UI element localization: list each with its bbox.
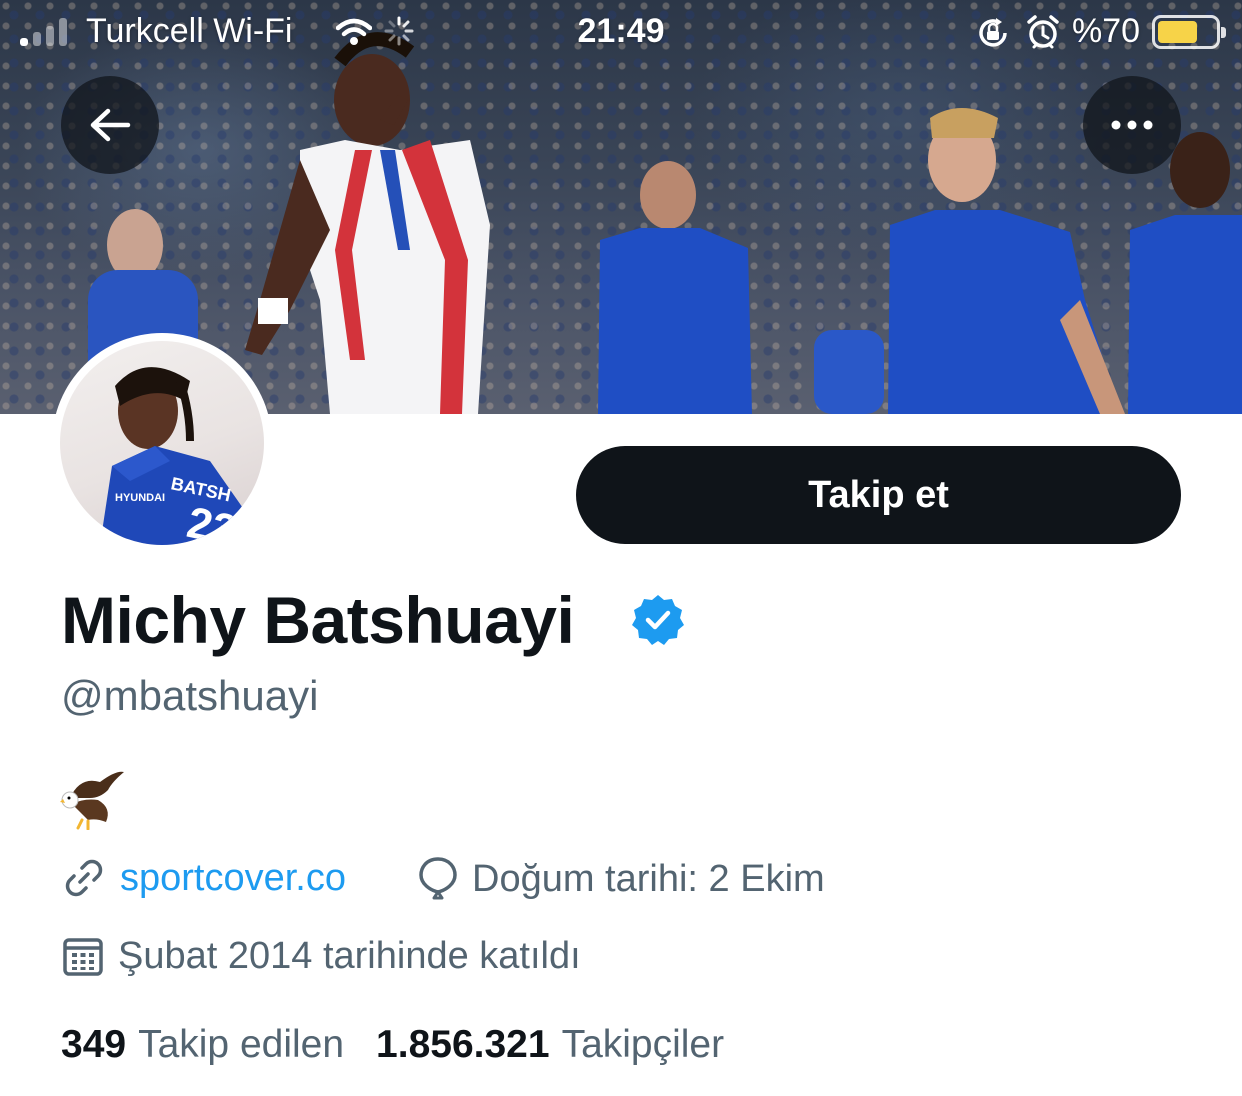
rotation-lock-icon: [979, 18, 1007, 47]
followers-count: 1.856.321: [376, 1023, 550, 1066]
birthday-row: Doğum tarihi: 2 Ekim: [418, 856, 825, 902]
back-button[interactable]: [61, 76, 159, 174]
battery-fill: [1158, 21, 1198, 43]
alarm-icon: [1027, 15, 1059, 49]
website-row: sportcover.co: [62, 856, 346, 900]
status-bar: Turkcell Wi-Fi 21:49 %70: [0, 0, 1242, 66]
display-name: Michy Batshuayi: [61, 583, 575, 657]
birthday-text: Doğum tarihi: 2 Ekim: [472, 857, 825, 900]
followers-stat-link[interactable]: 1.856.321 Takipçiler: [376, 1023, 724, 1067]
more-horizontal-icon: [1111, 120, 1153, 130]
following-label: Takip edilen: [138, 1023, 345, 1066]
more-options-button[interactable]: [1083, 76, 1181, 174]
arrow-left-icon: [90, 108, 131, 142]
svg-text:HYUNDAI: HYUNDAI: [115, 492, 165, 504]
calendar-icon: [62, 936, 104, 978]
following-stat-link[interactable]: 349 Takip edilen: [61, 1023, 344, 1067]
avatar-illustration: BATSH 23 HYUNDAI: [100, 367, 250, 545]
website-link[interactable]: sportcover.co: [120, 857, 346, 900]
follow-stats: 349 Takip edilen 1.856.321 Takipçiler: [61, 1023, 724, 1067]
wifi-icon: [336, 18, 372, 45]
follow-button[interactable]: Takip et: [576, 446, 1181, 544]
profile-handle: @mbatshuayi: [61, 672, 319, 719]
balloon-icon: [418, 856, 458, 902]
verified-badge-icon: [632, 595, 684, 645]
following-count: 349: [61, 1023, 127, 1066]
link-icon: [62, 856, 106, 900]
eagle-emoji-icon: [60, 771, 124, 830]
battery-icon: [1152, 15, 1226, 49]
battery-percent: %70: [1072, 12, 1141, 50]
carrier-label: Turkcell Wi-Fi: [86, 12, 293, 50]
join-date-row: Şubat 2014 tarihinde katıldı: [62, 935, 581, 978]
followers-label: Takipçiler: [561, 1023, 725, 1066]
avatar-photo: BATSH 23 HYUNDAI: [60, 341, 264, 545]
profile-avatar[interactable]: BATSH 23 HYUNDAI: [52, 333, 272, 553]
signal-icon: [20, 18, 67, 46]
join-date-text: Şubat 2014 tarihinde katıldı: [118, 935, 581, 977]
spinner-icon: [384, 16, 414, 46]
clock-time: 21:49: [577, 12, 665, 50]
